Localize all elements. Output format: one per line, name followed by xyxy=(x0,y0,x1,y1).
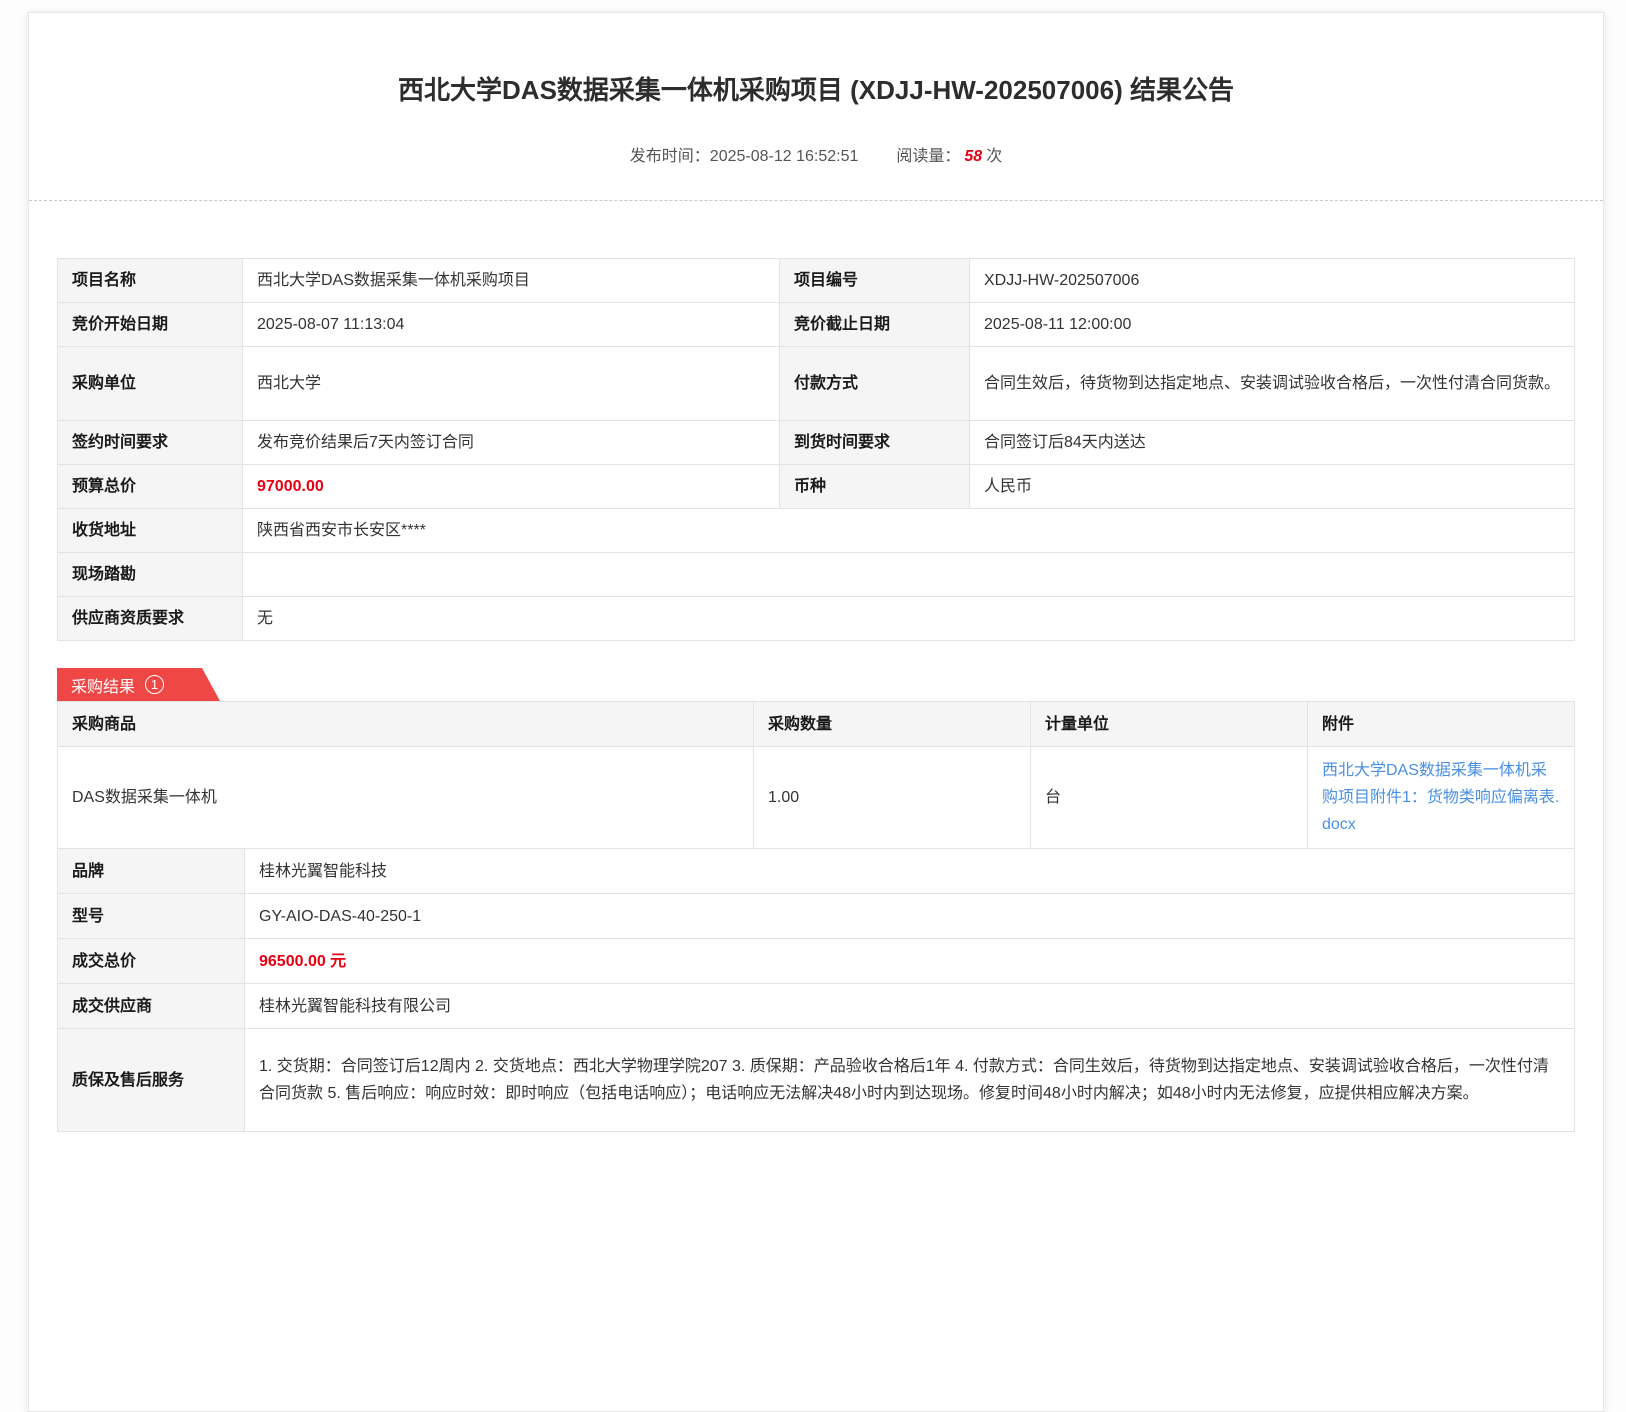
final-price-value: 96500.00 元 xyxy=(245,939,1575,984)
info-label: 签约时间要求 xyxy=(58,421,243,465)
info-label: 现场踏勘 xyxy=(58,553,243,597)
views-label: 阅读量： xyxy=(896,148,960,165)
detail-label: 型号 xyxy=(58,894,245,939)
column-header-attachment: 附件 xyxy=(1308,702,1575,747)
table-header-row: 采购商品 采购数量 计量单位 附件 xyxy=(58,702,1575,747)
info-value: 人民币 xyxy=(970,465,1575,509)
views-unit: 次 xyxy=(986,148,1002,165)
table-row: 收货地址 陕西省西安市长安区**** xyxy=(58,509,1575,553)
budget-total-value: 97000.00 xyxy=(243,465,780,509)
info-label: 竞价开始日期 xyxy=(58,303,243,347)
supplier-value: 桂林光翼智能科技有限公司 xyxy=(245,984,1575,1029)
publish-time-value: 2025-08-12 16:52:51 xyxy=(710,148,859,165)
info-label: 收货地址 xyxy=(58,509,243,553)
info-label: 供应商资质要求 xyxy=(58,597,243,641)
table-row: 项目名称 西北大学DAS数据采集一体机采购项目 项目编号 XDJJ-HW-202… xyxy=(58,259,1575,303)
publish-time-label: 发布时间： xyxy=(630,148,710,165)
badge-number: 1 xyxy=(145,675,164,694)
info-label: 采购单位 xyxy=(58,347,243,421)
detail-label: 成交总价 xyxy=(58,939,245,984)
table-row: 签约时间要求 发布竞价结果后7天内签订合同 到货时间要求 合同签订后84天内送达 xyxy=(58,421,1575,465)
detail-label: 质保及售后服务 xyxy=(58,1029,245,1132)
info-label: 竞价截止日期 xyxy=(780,303,970,347)
table-row: 预算总价 97000.00 币种 人民币 xyxy=(58,465,1575,509)
info-value: 陕西省西安市长安区**** xyxy=(243,509,1575,553)
announcement-card: 西北大学DAS数据采集一体机采购项目 (XDJJ-HW-202507006) 结… xyxy=(28,12,1604,1412)
views-count: 58 xyxy=(964,148,982,165)
product-unit: 台 xyxy=(1031,747,1308,849)
info-value: 发布竞价结果后7天内签订合同 xyxy=(243,421,780,465)
info-value: 合同签订后84天内送达 xyxy=(970,421,1575,465)
info-value: 西北大学 xyxy=(243,347,780,421)
brand-value: 桂林光翼智能科技 xyxy=(245,849,1575,894)
column-header-quantity: 采购数量 xyxy=(754,702,1031,747)
detail-label: 成交供应商 xyxy=(58,984,245,1029)
announcement-header: 西北大学DAS数据采集一体机采购项目 (XDJJ-HW-202507006) 结… xyxy=(29,13,1603,201)
column-header-unit: 计量单位 xyxy=(1031,702,1308,747)
table-row: 成交供应商 桂林光翼智能科技有限公司 xyxy=(58,984,1575,1029)
table-row: 质保及售后服务 1. 交货期：合同签订后12周内 2. 交货地点：西北大学物理学… xyxy=(58,1029,1575,1132)
table-row: 成交总价 96500.00 元 xyxy=(58,939,1575,984)
info-label: 付款方式 xyxy=(780,347,970,421)
publish-meta: 发布时间：2025-08-12 16:52:51 阅读量：58次 xyxy=(29,142,1603,166)
project-info-table: 项目名称 西北大学DAS数据采集一体机采购项目 项目编号 XDJJ-HW-202… xyxy=(57,258,1575,641)
procurement-result-badge: 采购结果 1 xyxy=(57,668,220,701)
info-label: 到货时间要求 xyxy=(780,421,970,465)
table-row: DAS数据采集一体机 1.00 台 西北大学DAS数据采集一体机采购项目附件1：… xyxy=(58,747,1575,849)
procurement-result-table: 采购商品 采购数量 计量单位 附件 DAS数据采集一体机 1.00 台 西北大学… xyxy=(57,701,1575,849)
info-value xyxy=(243,553,1575,597)
column-header-product: 采购商品 xyxy=(58,702,754,747)
badge-label: 采购结果 xyxy=(71,673,135,697)
info-value: 2025-08-07 11:13:04 xyxy=(243,303,780,347)
info-label: 项目名称 xyxy=(58,259,243,303)
info-value: 西北大学DAS数据采集一体机采购项目 xyxy=(243,259,780,303)
info-value: XDJJ-HW-202507006 xyxy=(970,259,1575,303)
warranty-service-value: 1. 交货期：合同签订后12周内 2. 交货地点：西北大学物理学院207 3. … xyxy=(245,1029,1575,1132)
page-title: 西北大学DAS数据采集一体机采购项目 (XDJJ-HW-202507006) 结… xyxy=(29,73,1603,107)
result-detail-table: 品牌 桂林光翼智能科技 型号 GY-AIO-DAS-40-250-1 成交总价 … xyxy=(57,848,1575,1132)
announcement-body: 项目名称 西北大学DAS数据采集一体机采购项目 项目编号 XDJJ-HW-202… xyxy=(29,258,1603,1132)
info-value: 合同生效后，待货物到达指定地点、安装调试验收合格后，一次性付清合同货款。 xyxy=(970,347,1575,421)
product-quantity: 1.00 xyxy=(754,747,1031,849)
table-row: 供应商资质要求 无 xyxy=(58,597,1575,641)
table-row: 品牌 桂林光翼智能科技 xyxy=(58,849,1575,894)
attachment-link[interactable]: 西北大学DAS数据采集一体机采购项目附件1：货物类响应偏离表.docx xyxy=(1322,762,1559,833)
table-row: 采购单位 西北大学 付款方式 合同生效后，待货物到达指定地点、安装调试验收合格后… xyxy=(58,347,1575,421)
table-row: 型号 GY-AIO-DAS-40-250-1 xyxy=(58,894,1575,939)
product-name: DAS数据采集一体机 xyxy=(58,747,754,849)
info-label: 预算总价 xyxy=(58,465,243,509)
info-label: 项目编号 xyxy=(780,259,970,303)
info-value: 无 xyxy=(243,597,1575,641)
table-row: 竞价开始日期 2025-08-07 11:13:04 竞价截止日期 2025-0… xyxy=(58,303,1575,347)
info-label: 币种 xyxy=(780,465,970,509)
detail-label: 品牌 xyxy=(58,849,245,894)
info-value: 2025-08-11 12:00:00 xyxy=(970,303,1575,347)
model-value: GY-AIO-DAS-40-250-1 xyxy=(245,894,1575,939)
table-row: 现场踏勘 xyxy=(58,553,1575,597)
